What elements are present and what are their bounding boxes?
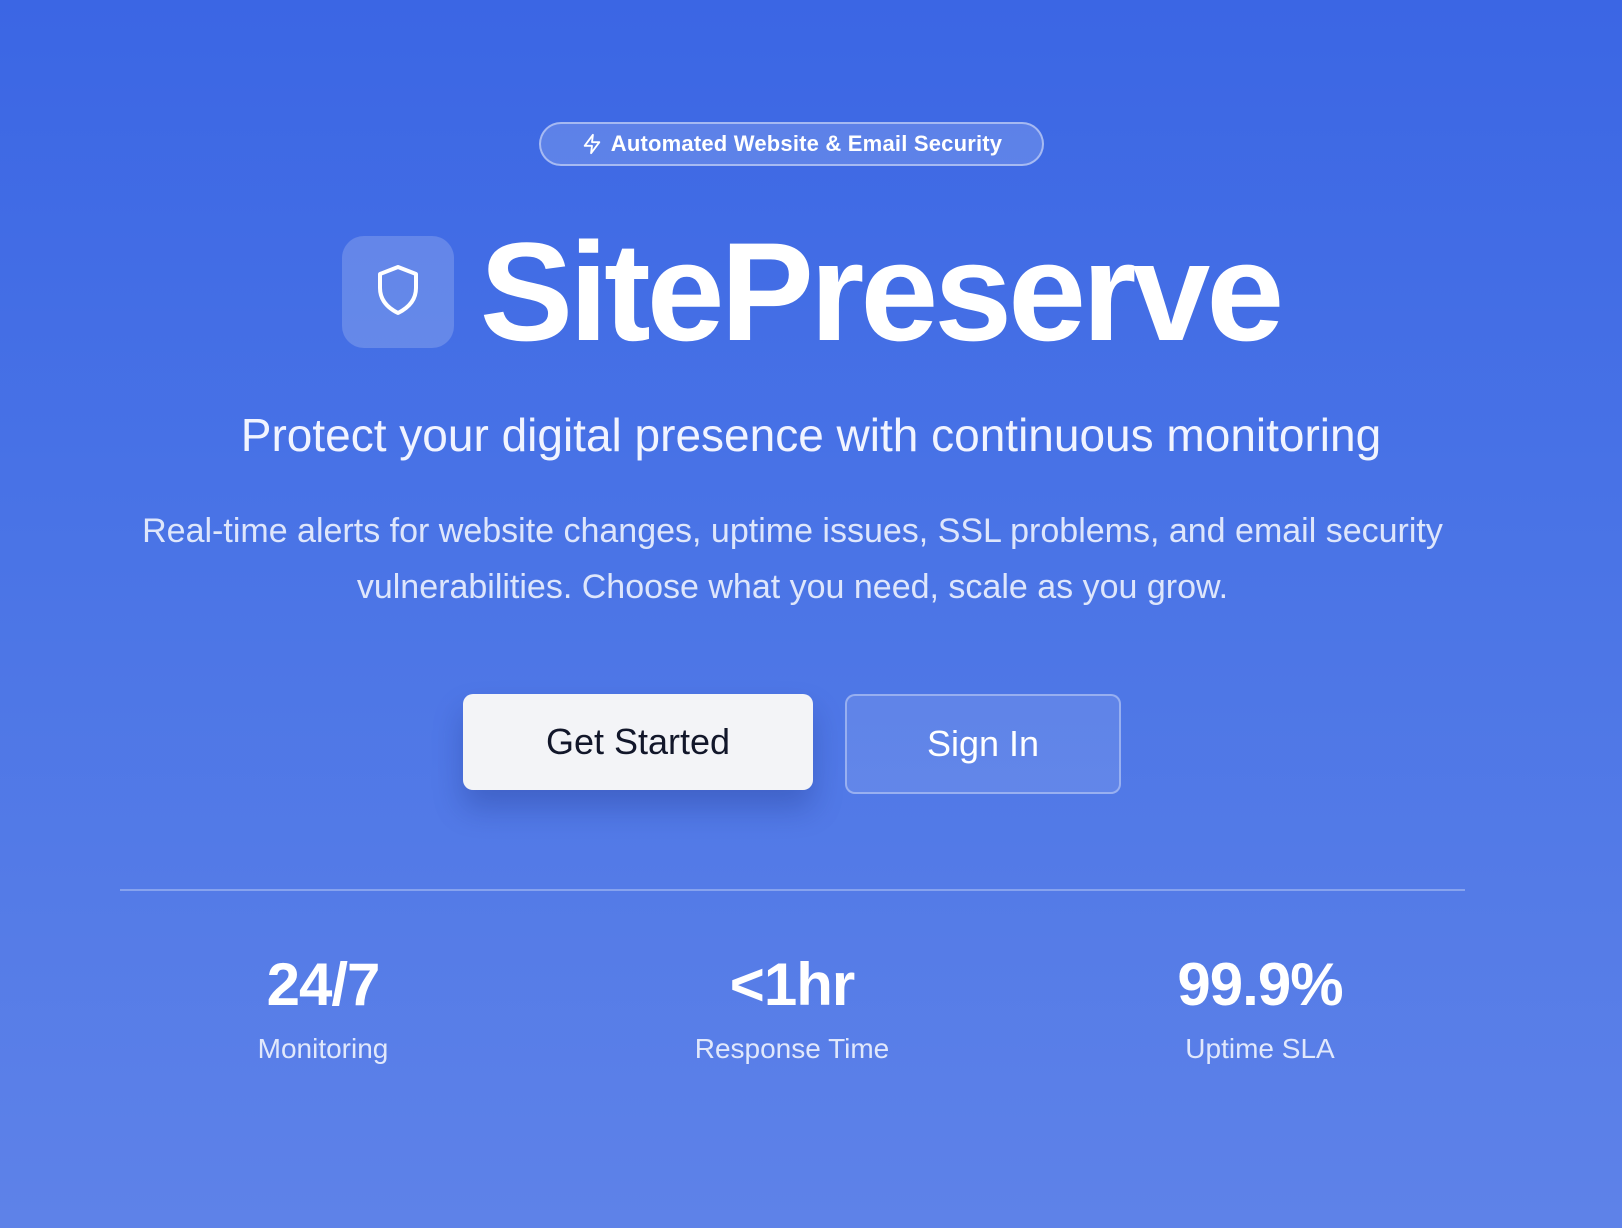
sign-in-button[interactable]: Sign In (845, 694, 1121, 794)
lightning-icon (581, 133, 603, 155)
feature-badge: Automated Website & Email Security (539, 122, 1044, 166)
stat-value: 24/7 (266, 951, 381, 1018)
stat-uptime-sla: 99.9% Uptime SLA (1060, 955, 1460, 1065)
stat-value: <1hr (729, 951, 855, 1018)
brand-name: SitePreserve (479, 213, 1284, 370)
get-started-button[interactable]: Get Started (463, 694, 813, 790)
section-divider (120, 889, 1465, 891)
hero-section: Automated Website & Email Security SiteP… (0, 0, 1622, 1228)
badge-label: Automated Website & Email Security (610, 131, 1003, 156)
shield-icon (374, 263, 422, 322)
stat-label: Uptime SLA (1185, 1033, 1335, 1064)
hero-description: Real-time alerts for website changes, up… (142, 512, 1443, 606)
brand-header: SitePreserve (0, 222, 1622, 362)
stat-label: Response Time (694, 1033, 890, 1064)
logo (341, 236, 454, 348)
stat-label: Monitoring (257, 1033, 389, 1064)
hero-subtitle: Protect your digital presence with conti… (240, 409, 1382, 461)
stat-monitoring: 24/7 Monitoring (123, 955, 523, 1065)
stat-response-time: <1hr Response Time (592, 955, 992, 1065)
stat-value: 99.9% (1177, 951, 1343, 1018)
